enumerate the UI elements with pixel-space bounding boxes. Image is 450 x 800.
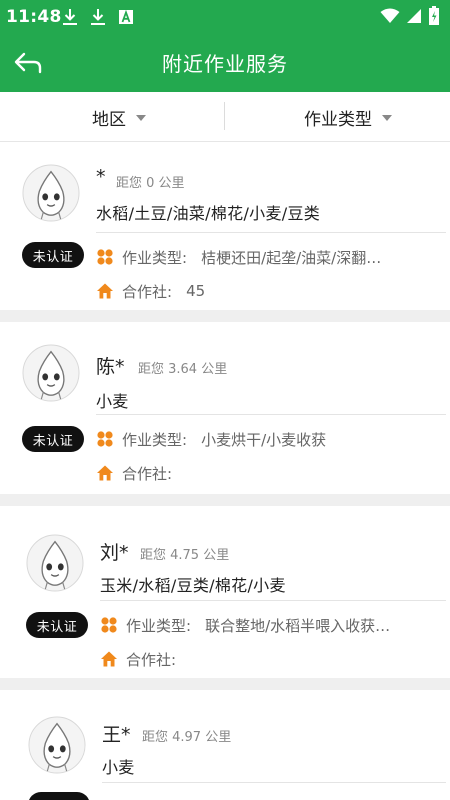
- work-type-value: 小麦烘干/小麦收获: [201, 430, 327, 449]
- work-type-row: 作业类型: 联合整地/水稻半喂入收获…: [100, 614, 440, 636]
- coop-row: 合作社: 45: [96, 280, 440, 302]
- crop-list: 玉米/水稻/豆类/棉花/小麦: [100, 576, 286, 595]
- service-card[interactable]: 未认证 陈* 距您 3.64 公里 小麦 作业类型: 小麦烘干/小麦收获 合作社…: [0, 322, 450, 494]
- work-type-label: 作业类型:: [126, 616, 192, 635]
- signal-icon: [407, 9, 421, 23]
- provider-name: 王*: [102, 724, 131, 746]
- app-bar: 附近作业服务: [0, 34, 450, 92]
- work-type-value: 桔梗还田/起垄/油菜/深翻…: [201, 248, 382, 267]
- chevron-down-icon: [382, 115, 392, 121]
- wifi-icon: [380, 8, 400, 23]
- crop-list: 水稻/土豆/油菜/棉花/小麦/豆类: [96, 204, 321, 223]
- service-list: 未认证 * 距您 0 公里 水稻/土豆/油菜/棉花/小麦/豆类 作业类型: 桔梗…: [0, 142, 450, 800]
- flower-icon: [101, 617, 117, 633]
- divider: [96, 232, 446, 233]
- distance-text: 距您 4.97 公里: [142, 730, 232, 745]
- region-filter[interactable]: 地区: [92, 92, 146, 142]
- coop-value: 45: [186, 282, 206, 300]
- work-type-filter[interactable]: 作业类型: [304, 92, 392, 142]
- filter-bar: 地区 作业类型: [0, 92, 450, 142]
- avatar: [22, 164, 80, 222]
- work-type-label: 作业类型:: [122, 430, 188, 449]
- region-filter-label: 地区: [92, 109, 126, 130]
- chevron-down-icon: [136, 115, 146, 121]
- flower-icon: [97, 249, 113, 265]
- battery-icon: [429, 6, 439, 25]
- coop-label: 合作社:: [122, 464, 173, 483]
- coop-row: 合作社:: [96, 462, 440, 484]
- coop-label: 合作社:: [126, 650, 177, 669]
- divider: [96, 414, 446, 415]
- crop-list: 小麦: [102, 758, 135, 777]
- work-type-row: 作业类型: 桔梗还田/起垄/油菜/深翻…: [96, 246, 440, 268]
- unverified-badge: 未认证: [22, 426, 84, 452]
- flower-icon: [97, 431, 113, 447]
- work-type-row: 作业类型: 小麦烘干/小麦收获: [96, 428, 440, 450]
- unverified-badge: 未认证: [26, 612, 88, 638]
- avatar: [22, 344, 80, 402]
- service-card[interactable]: 未认证 王* 距您 4.97 公里 小麦: [0, 690, 450, 800]
- download-icon: [63, 9, 77, 25]
- home-icon: [97, 283, 113, 299]
- download-icon: [91, 9, 105, 25]
- crop-list: 小麦: [96, 392, 129, 411]
- coop-row: 合作社:: [100, 648, 440, 670]
- status-time: 11:48: [6, 7, 62, 27]
- distance-text: 距您 4.75 公里: [140, 548, 230, 563]
- service-card[interactable]: 未认证 * 距您 0 公里 水稻/土豆/油菜/棉花/小麦/豆类 作业类型: 桔梗…: [0, 142, 450, 310]
- card-separator: [0, 494, 450, 506]
- provider-name: 刘*: [100, 542, 129, 564]
- provider-name: 陈*: [96, 356, 125, 378]
- distance-text: 距您 3.64 公里: [138, 362, 228, 377]
- work-type-label: 作业类型:: [122, 248, 188, 267]
- status-bar: 11:48: [0, 0, 450, 34]
- divider: [100, 600, 446, 601]
- provider-name: *: [96, 166, 106, 188]
- filter-divider: [224, 102, 225, 130]
- work-type-value: 联合整地/水稻半喂入收获…: [205, 616, 391, 635]
- service-card[interactable]: 未认证 刘* 距您 4.75 公里 玉米/水稻/豆类/棉花/小麦 作业类型: 联…: [0, 506, 450, 678]
- avatar: [26, 534, 84, 592]
- status-right-icons: [380, 5, 440, 27]
- home-icon: [101, 651, 117, 667]
- coop-label: 合作社:: [122, 282, 173, 301]
- a-icon: [119, 9, 133, 24]
- work-type-filter-label: 作业类型: [304, 109, 372, 130]
- page-title: 附近作业服务: [162, 52, 288, 76]
- home-icon: [97, 465, 113, 481]
- card-separator: [0, 310, 450, 322]
- card-separator: [0, 678, 450, 690]
- distance-text: 距您 0 公里: [116, 176, 185, 191]
- divider: [102, 782, 446, 783]
- avatar: [28, 716, 86, 774]
- unverified-badge: 未认证: [22, 242, 84, 268]
- unverified-badge: 未认证: [28, 792, 90, 800]
